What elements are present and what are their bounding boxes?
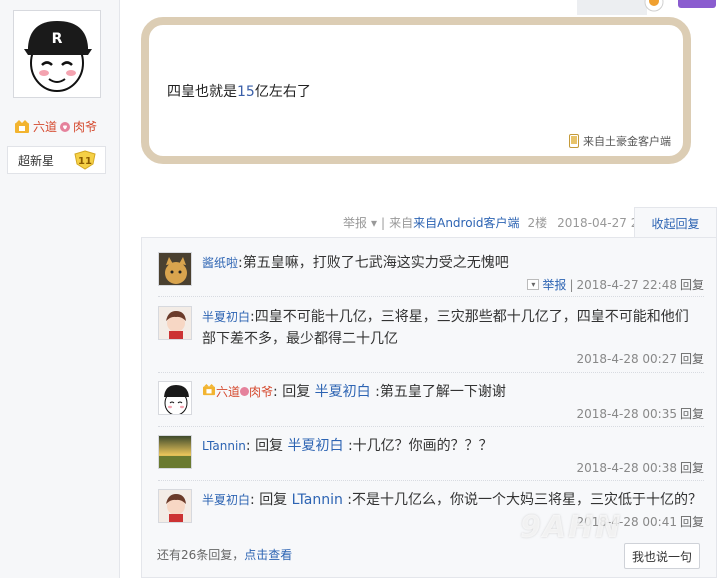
reply-time: 2018-4-28 00:27 (576, 351, 677, 366)
author-sidebar: R 六道 肉爷 超新星 11 (0, 0, 120, 578)
client-source[interactable]: 来自来自Android客户端 (389, 214, 519, 231)
reply-divider (158, 372, 704, 373)
reply-item: 半夏初白:四皇不可能十几亿，三将星，三灾那些都十几亿了，四皇不可能和他们部下差不… (158, 306, 704, 366)
anime-avatar-icon (159, 307, 191, 339)
reply-item: 半夏初白: 回复 LTannin :不是十几亿么，你说一个大妈三将星，三灾低于十… (158, 489, 704, 533)
level-number: 11 (78, 156, 92, 167)
reply-text: :十几亿？你画的？？？ (347, 438, 493, 454)
reply-input-button[interactable]: 我也说一句 (624, 543, 700, 569)
reply-content: 六道 肉爷: 回复 半夏初白 :第五皇了解一下谢谢 (202, 381, 702, 403)
collapse-reply-button[interactable]: 收起回复 (634, 207, 717, 238)
post-meta: 举报 ▾ | 来自来自Android客户端 2楼 2018-04-27 22:4… (343, 214, 665, 231)
level-badge[interactable]: 超新星 11 (7, 146, 106, 174)
post-source-label: 来自土豪金客户端 (583, 135, 671, 148)
reply-time: 2018-4-27 22:48 (576, 277, 677, 292)
reply-item: 六道 肉爷: 回复 半夏初白 :第五皇了解一下谢谢 2018-4-28 00:35… (158, 381, 704, 425)
reply-button[interactable]: 回复 (680, 276, 704, 293)
reply-keyword: 回复 (255, 438, 284, 454)
landscape-avatar-icon (159, 436, 191, 468)
dropdown-arrow-icon[interactable]: ▾ (527, 279, 540, 290)
reply-button[interactable]: 回复 (680, 405, 704, 422)
reply-text: 第五皇嘛，打败了七武海这实力受之无愧吧 (242, 255, 509, 271)
android-client-link[interactable]: 来自Android客户端 (413, 216, 519, 230)
heart-icon (240, 387, 250, 396)
author-username[interactable]: 六道 肉爷 (14, 118, 97, 135)
reply-username[interactable]: 酱纸啦 (202, 256, 238, 270)
meta-separator: | (381, 215, 386, 230)
crown-icon (15, 119, 29, 133)
phone-icon (569, 134, 579, 148)
reply-keyword: 回复 (259, 492, 288, 508)
reply-text: 四皇不可能十几亿，三将星，三灾那些都十几亿了，四皇不可能和他们部下差不多，最少都… (202, 309, 689, 347)
reply-username-suffix: 肉爷 (249, 385, 274, 399)
author-name-suffix: 肉爷 (73, 120, 98, 134)
post-text-b: 亿左右了 (254, 84, 311, 100)
post-text-num: 15 (237, 84, 255, 100)
more-replies-count: 还有26条回复， (157, 548, 245, 562)
reply-content: 半夏初白: 回复 LTannin :不是十几亿么，你说一个大妈三将星，三灾低于十… (202, 492, 703, 508)
reply-target-user[interactable]: LTannin (292, 492, 343, 508)
reply-time: 2018-4-28 00:41 (576, 514, 677, 529)
meme-face-avatar-icon (159, 382, 191, 414)
heart-icon (60, 121, 71, 132)
svg-text:R: R (52, 31, 63, 47)
post-text-a: 四皇也就是 (167, 84, 237, 100)
reply-item: 酱纸啦:第五皇嘛，打败了七武海这实力受之无愧吧 ▾ 举报 | 2018-4-27… (158, 252, 704, 296)
reply-tail: 2018-4-28 00:38 回复 (576, 459, 704, 476)
reply-content: LTannin: 回复 半夏初白 :十几亿？你画的？？？ (202, 438, 493, 454)
dropdown-arrow-icon[interactable]: ▾ (371, 216, 377, 230)
reply-text: :第五皇了解一下谢谢 (375, 384, 506, 400)
anime-avatar-icon (159, 490, 191, 522)
author-name-prefix: 六道 (33, 120, 58, 134)
reply-username[interactable]: 半夏初白 (202, 310, 250, 324)
meme-face-avatar-icon: R (16, 13, 98, 95)
reply-item: LTannin: 回复 半夏初白 :十几亿？你画的？？？ 2018-4-28 0… (158, 435, 704, 479)
reply-tail: 2018-4-28 00:35 回复 (576, 405, 704, 422)
reply-divider (158, 296, 704, 297)
reply-button[interactable]: 回复 (680, 459, 704, 476)
reply-content: 半夏初白:四皇不可能十几亿，三将星，三灾那些都十几亿了，四皇不可能和他们部下差不… (202, 309, 689, 347)
reply-avatar[interactable] (158, 306, 192, 340)
reply-content: 酱纸啦:第五皇嘛，打败了七武海这实力受之无愧吧 (202, 255, 509, 271)
reply-text: :不是十几亿么，你说一个大妈三将星，三灾低于十亿的？ (347, 492, 703, 508)
report-link[interactable]: 举报 (343, 214, 367, 231)
author-avatar[interactable]: R (13, 10, 101, 98)
reply-username[interactable]: 半夏初白 (202, 493, 250, 507)
reply-avatar[interactable] (158, 381, 192, 415)
view-more-link[interactable]: 点击查看 (244, 548, 292, 562)
more-replies: 还有26条回复，点击查看 (157, 546, 292, 563)
reply-divider (158, 426, 704, 427)
level-shield-icon: 11 (74, 150, 96, 170)
crown-icon (203, 384, 215, 396)
reply-tail: 2018-4-28 00:27 回复 (576, 350, 704, 367)
post-source[interactable]: 来自土豪金客户端 (569, 133, 671, 149)
reply-username[interactable]: LTannin (202, 439, 246, 453)
reply-username[interactable]: 六道 肉爷 (202, 384, 274, 399)
reply-tail: 2018-4-28 00:41 回复 (576, 513, 704, 530)
reply-avatar[interactable] (158, 252, 192, 286)
reply-button[interactable]: 回复 (680, 350, 704, 367)
reply-report-link[interactable]: 举报 (542, 276, 566, 293)
reply-time: 2018-4-28 00:38 (576, 460, 677, 475)
reply-button[interactable]: 回复 (680, 513, 704, 530)
reply-target-user[interactable]: 半夏初白 (288, 438, 344, 454)
reply-tail: ▾ 举报 | 2018-4-27 22:48 回复 (527, 276, 704, 293)
reply-keyword: 回复 (282, 384, 311, 400)
post-bubble: 四皇也就是15亿左右了 来自土豪金客户端 (141, 17, 691, 164)
reply-target-user[interactable]: 半夏初白 (315, 384, 371, 400)
reply-panel: 酱纸啦:第五皇嘛，打败了七武海这实力受之无愧吧 ▾ 举报 | 2018-4-27… (141, 237, 717, 578)
reply-time: 2018-4-28 00:35 (576, 406, 677, 421)
reply-separator: | (569, 277, 574, 292)
post-content: 四皇也就是15亿左右了 (167, 81, 311, 101)
floor-number: 2楼 (527, 216, 548, 230)
top-toolbar-icons (644, 0, 716, 12)
level-name: 超新星 (18, 153, 55, 168)
reply-avatar[interactable] (158, 435, 192, 469)
reply-divider (158, 480, 704, 481)
cat-avatar-icon (159, 253, 191, 285)
reply-username-prefix: 六道 (216, 385, 241, 399)
reply-avatar[interactable] (158, 489, 192, 523)
